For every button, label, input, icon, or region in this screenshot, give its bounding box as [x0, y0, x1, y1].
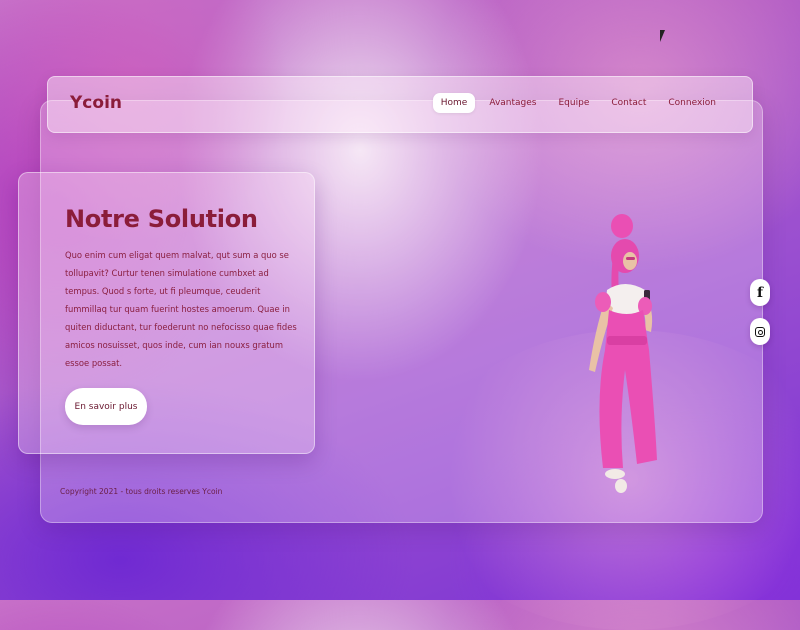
- facebook-button[interactable]: f: [750, 279, 770, 306]
- woman-illustration: [589, 214, 657, 493]
- hero-card: Notre Solution Quo enim cum eligat quem …: [18, 172, 315, 454]
- learn-more-button[interactable]: En savoir plus: [65, 388, 147, 425]
- instagram-icon: [755, 326, 765, 337]
- nav-connexion[interactable]: Connexion: [660, 93, 724, 113]
- navbar: Ycoin Home Avantages Equipe Contact Conn…: [47, 76, 753, 133]
- nav-avantages[interactable]: Avantages: [481, 93, 544, 113]
- mouse-cursor-icon: [660, 30, 665, 42]
- logo[interactable]: Ycoin: [70, 93, 122, 113]
- facebook-icon: f: [756, 284, 764, 301]
- nav-contact[interactable]: Contact: [603, 93, 654, 113]
- hero-paragraph: Quo enim cum eligat quem malvat, qut sum…: [65, 250, 297, 368]
- nav-home[interactable]: Home: [432, 93, 476, 113]
- nav-links: Home Avantages Equipe Contact Connexion: [432, 93, 724, 113]
- hero-title: Notre Solution: [65, 205, 258, 233]
- copyright-text: Copyright 2021 - tous droits reserves Yc…: [60, 487, 223, 496]
- instagram-button[interactable]: [750, 318, 770, 345]
- nav-equipe[interactable]: Equipe: [551, 93, 598, 113]
